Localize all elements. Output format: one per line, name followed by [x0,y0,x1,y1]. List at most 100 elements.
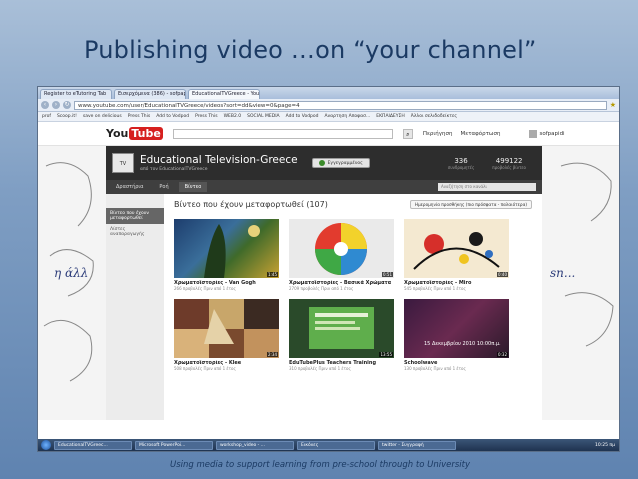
doodle-decoration-left [43,162,94,382]
start-icon[interactable] [41,440,51,450]
channel-nav: Δραστήρια Ροή Βίντεο Αναζήτηση στο κανάλ… [106,180,542,194]
url-input[interactable]: www.youtube.com/user/EducationalTVGreece… [74,100,607,110]
van-gogh-thumbnail-art [204,224,260,278]
stat-label: προβολές βίντεο [492,164,526,170]
search-icon[interactable]: ⌕ [402,128,413,139]
channel-subtitle: από τον EducationalTVGreece [140,167,208,172]
video-meta: 310 προβολές Πριν από 1 έτος [289,366,351,371]
video-thumbnail[interactable]: 0:51 [289,219,394,278]
page-content: η άλλ sn... TV Educational Television-Gr… [38,146,619,420]
slide-footer: Using media to support learning from pre… [170,460,470,470]
bookmark-item[interactable]: save on delicious [83,114,122,119]
video-thumbnail[interactable]: 1:45 [174,219,279,278]
subscribe-button[interactable]: Εγγεγραμμένος [311,158,370,168]
bookmark-item[interactable]: Άλλοι σελιδοδείκτες [411,114,457,119]
videos-main: Βίντεο που έχουν μεταφορτωθεί (107) Ημερ… [164,194,542,420]
star-icon[interactable]: ★ [610,101,616,109]
browser-tabbar: Register to eTutoring Tab Εισερχόμενα (3… [38,87,619,99]
bookmark-item[interactable]: WEB2.0 [224,114,242,119]
browse-link[interactable]: Περιήγηση [423,131,453,137]
sidebar-item-uploads[interactable]: Βίντεο που έχουν μεταφορτωθεί [106,208,164,224]
video-duration: 1:45 [267,272,278,277]
channel-name[interactable]: Educational Television-Greece [140,154,298,166]
forward-icon[interactable]: › [52,101,60,109]
browser-tab[interactable]: Register to eTutoring Tab [40,89,112,99]
check-icon [318,160,325,166]
channel-body: Βίντεο που έχουν μεταφορτωθεί Λίστες ανα… [106,194,542,420]
video-thumbnail[interactable]: 13:55 [289,299,394,358]
video-overlay-text: 15 Δεκεμβρίου 2010 10:00π.μ. [424,341,501,347]
doodle-text-left: η άλλ [54,266,89,280]
bookmark-item[interactable]: Press This [195,114,217,119]
klee-thumbnail-art [174,299,279,358]
video-meta: 266 προβολές Πριν από 1 έτος [174,286,236,291]
video-meta: 508 προβολές Πριν από 1 έτος [174,366,236,371]
upload-link[interactable]: Μεταφόρτωση [460,131,500,137]
video-duration: 2:34 [267,352,278,357]
bookmark-item[interactable]: ΕΚΠΑΙΔΕΥΣΗ [376,114,404,119]
taskbar-item[interactable]: twitter - Συγγραφή [378,440,456,450]
screen-thumbnail-art [309,307,374,349]
windows-taskbar: EducationalTVGreec... Microsoft PowerPoi… [38,439,619,451]
subscribers-stat: 336 συνδρομητές [448,157,475,170]
taskbar-item[interactable]: Microsoft PowerPoi... [135,440,213,450]
tab-feed[interactable]: Ροή [153,182,174,192]
youtube-logo[interactable]: You Tube [106,127,163,140]
user-menu[interactable]: sofpapidi [528,129,565,138]
browser-tab-active[interactable]: EducationalTVGreece - You [188,89,260,99]
address-bar: ‹ › ↻ www.youtube.com/user/EducationalTV… [38,99,619,112]
stat-value: 336 [454,156,468,165]
sidebar-item-playlists[interactable]: Λίστες αναπαραγωγής [106,224,164,240]
logo-you: You [106,127,129,140]
back-icon[interactable]: ‹ [41,101,49,109]
tab-activity[interactable]: Δραστήρια [110,182,149,192]
videos-title: Βίντεο που έχουν μεταφορτωθεί (107) [174,200,328,209]
views-stat: 499122 προβολές βίντεο [492,157,526,170]
bookmarks-bar: prof Scoop.it! save on delicious Press T… [38,112,619,122]
video-thumbnail[interactable]: 15 Δεκεμβρίου 2010 10:00π.μ. 0:32 [404,299,509,358]
channel-panel: TV Educational Television-Greece από τον… [106,146,542,420]
video-card[interactable]: 2:34 Χρωματοϊστορίες - Klee 508 προβολές… [174,299,279,371]
video-card[interactable]: 0:51 Χρωματοϊστορίες - Βασικά Χρώματα 27… [289,219,394,291]
reload-icon[interactable]: ↻ [63,101,71,109]
video-thumbnail[interactable]: 0:40 [404,219,509,278]
video-card[interactable]: 13:55 EduTubePlus Teachers Training 310 … [289,299,394,371]
bookmark-item[interactable]: Αναρτηση Αποφασ... [325,114,371,119]
channel-search-input[interactable]: Αναζήτηση στο κανάλι [438,183,536,191]
video-duration: 0:40 [497,272,508,277]
channel-stats: 336 συνδρομητές 499122 προβολές βίντεο [448,157,536,170]
channel-sidebar: Βίντεο που έχουν μεταφορτωθεί Λίστες ανα… [106,194,164,420]
video-meta: 130 προβολές Πριν από 1 έτος [404,366,466,371]
video-card[interactable]: 15 Δεκεμβρίου 2010 10:00π.μ. 0:32 School… [404,299,509,371]
video-grid: 1:45 Χρωματοϊστορίες - Van Gogh 266 προβ… [174,219,532,371]
bookmark-item[interactable]: prof [42,114,51,119]
video-card[interactable]: 0:40 Χρωματοϊστορίες - Miro 545 προβολές… [404,219,509,291]
browser-tab[interactable]: Εισερχόμενα (386) - sofpapi [114,89,186,99]
channel-header: TV Educational Television-Greece από τον… [106,146,542,180]
taskbar-item[interactable]: workshop_video - ... [216,440,294,450]
video-duration: 13:55 [379,352,393,357]
youtube-search-input[interactable] [172,128,393,139]
bookmark-item[interactable]: Press This [128,114,150,119]
bookmark-item[interactable]: Scoop.it! [57,114,77,119]
bookmark-item[interactable]: Add to Vodpod [156,114,189,119]
video-thumbnail[interactable]: 2:34 [174,299,279,358]
taskbar-item[interactable]: EducationalTVGreec... [54,440,132,450]
taskbar-clock: 10:25 πμ [595,442,615,448]
bookmark-item[interactable]: Add to Vodpod [286,114,319,119]
browser-screenshot: Register to eTutoring Tab Εισερχόμενα (3… [37,86,620,452]
tab-videos[interactable]: Βίντεο [178,182,208,192]
user-name: sofpapidi [539,130,565,137]
channel-logo[interactable]: TV [112,153,134,173]
youtube-header: You Tube ⌕ Περιήγηση Μεταφόρτωση sofpapi… [38,122,619,146]
avatar [528,129,537,138]
video-meta: 2709 προβολές Πριν από 1 έτος [289,286,354,291]
video-duration: 0:32 [497,352,508,357]
subscribe-label: Εγγεγραμμένος [327,160,363,166]
taskbar-item[interactable]: Εικόνες [297,440,375,450]
youtube-links: Περιήγηση Μεταφόρτωση [423,131,501,137]
sort-dropdown[interactable]: Ημερομηνία προσθήκης (πιο πρόσφατα - παλ… [409,200,532,209]
stat-label: συνδρομητές [447,164,475,170]
video-card[interactable]: 1:45 Χρωματοϊστορίες - Van Gogh 266 προβ… [174,219,279,291]
bookmark-item[interactable]: SOCIAL MEDIA [247,114,279,119]
